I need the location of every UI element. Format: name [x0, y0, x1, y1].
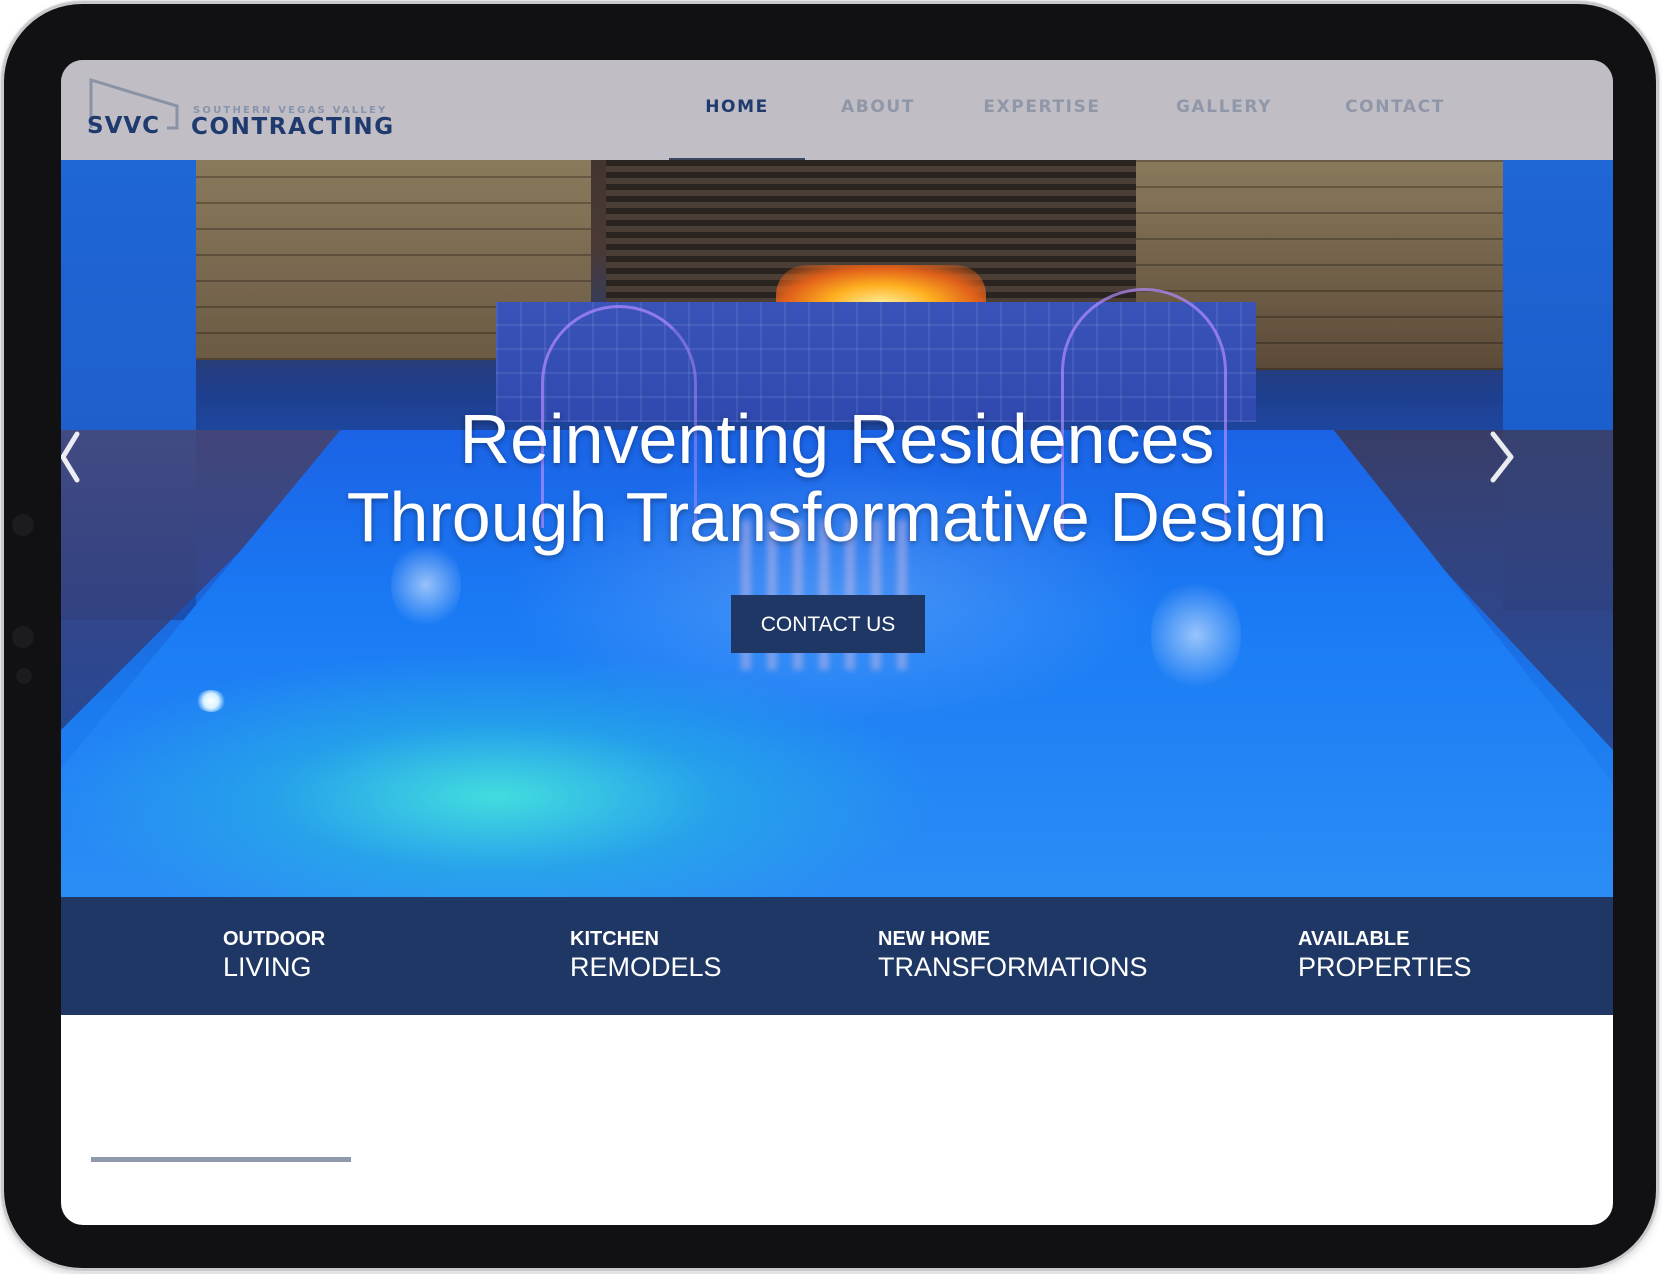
- hero-photo-light: [196, 690, 226, 712]
- side-button: [12, 514, 34, 536]
- services-band: OUTDOOR LIVING KITCHEN REMODELS NEW HOME…: [61, 897, 1613, 1015]
- tablet-frame: Reinventing Residences Through Transform…: [4, 4, 1656, 1268]
- chevron-right-icon[interactable]: [1481, 422, 1521, 492]
- hero-photo-light: [1151, 575, 1241, 695]
- service-label: PROPERTIES: [1298, 952, 1472, 982]
- hero-headline: Reinventing Residences Through Transform…: [61, 400, 1613, 556]
- service-kitchen-remodels[interactable]: KITCHEN REMODELS: [570, 927, 722, 983]
- nav-gallery[interactable]: GALLERY: [1157, 60, 1291, 158]
- chevron-left-icon[interactable]: [61, 422, 93, 492]
- nav-home[interactable]: HOME: [669, 60, 805, 160]
- browser-viewport: Reinventing Residences Through Transform…: [61, 60, 1613, 1225]
- service-kicker: OUTDOOR: [223, 928, 326, 950]
- service-kicker: NEW HOME: [878, 928, 991, 950]
- hero-banner: Reinventing Residences Through Transform…: [61, 60, 1613, 897]
- side-button: [12, 626, 34, 648]
- nav-contact[interactable]: CONTACT: [1327, 60, 1463, 158]
- contact-us-button[interactable]: CONTACT US: [731, 595, 925, 653]
- hero-headline-line1: Reinventing Residences: [459, 400, 1215, 478]
- section-divider: [91, 1157, 351, 1162]
- service-label: REMODELS: [570, 952, 722, 982]
- service-label: LIVING: [223, 952, 312, 982]
- service-new-home-transformations[interactable]: NEW HOME TRANSFORMATIONS: [878, 927, 1148, 983]
- service-outdoor-living[interactable]: OUTDOOR LIVING: [223, 927, 325, 983]
- nav-expertise[interactable]: EXPERTISE: [967, 60, 1117, 158]
- service-kicker: AVAILABLE: [1298, 928, 1410, 950]
- main-nav: HOME ABOUT EXPERTISE GALLERY CONTACT: [61, 60, 1613, 160]
- nav-about[interactable]: ABOUT: [815, 60, 941, 158]
- service-kicker: KITCHEN: [570, 928, 659, 950]
- service-label: TRANSFORMATIONS: [878, 952, 1148, 982]
- side-button: [16, 668, 32, 684]
- site-header: SVVC SOUTHERN VEGAS VALLEY CONTRACTING H…: [61, 60, 1613, 160]
- hero-headline-line2: Through Transformative Design: [346, 478, 1328, 556]
- service-available-properties[interactable]: AVAILABLE PROPERTIES: [1298, 927, 1472, 983]
